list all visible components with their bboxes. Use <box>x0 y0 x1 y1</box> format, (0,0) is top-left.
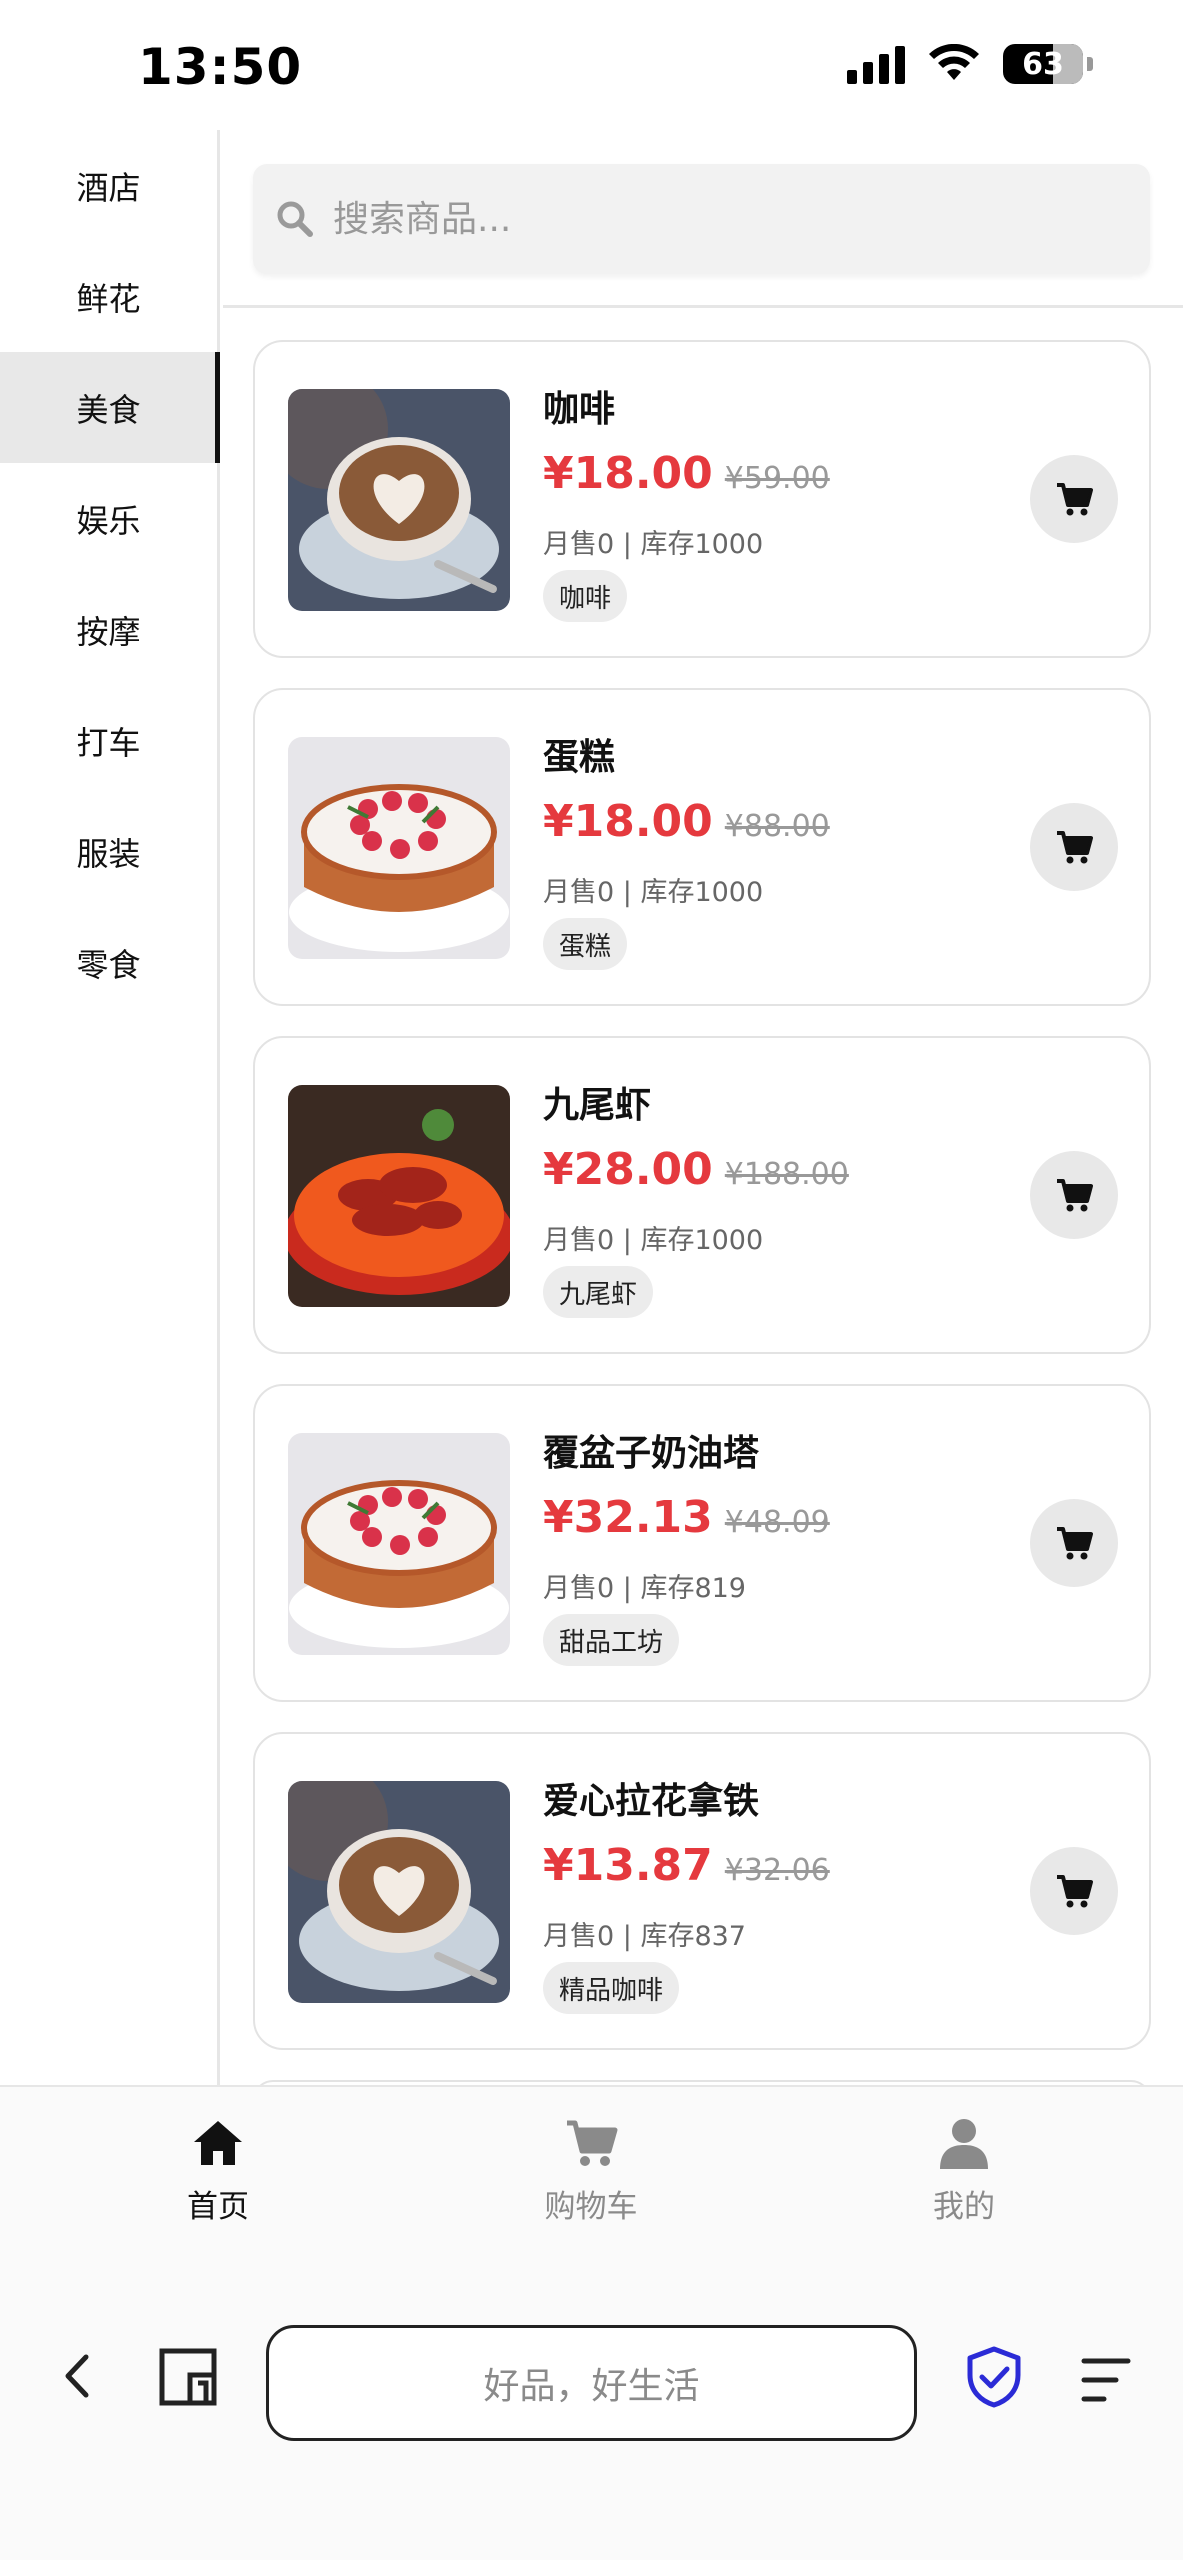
cart-icon <box>1057 1179 1093 1212</box>
battery-icon: 63 <box>1003 44 1083 84</box>
status-icons: 63 <box>847 44 1093 84</box>
product-price: ¥18.00 <box>543 448 713 499</box>
product-tag: 咖啡 <box>543 570 628 622</box>
tab-cart[interactable]: 购物车 <box>491 2115 691 2226</box>
product-image-cake <box>288 1433 510 1655</box>
product-price: ¥18.00 <box>543 796 713 847</box>
product-original-price: ¥59.00 <box>724 461 830 496</box>
price-row: ¥32.13 ¥48.09 <box>543 1492 830 1543</box>
product-image-coffee <box>288 389 510 611</box>
tab-home[interactable]: 首页 <box>118 2115 318 2226</box>
product-price: ¥28.00 <box>543 1144 713 1195</box>
cart-icon <box>567 2120 618 2166</box>
category-sidebar: 酒店 鲜花 美食 娱乐 按摩 打车 服装 零食 <box>0 130 220 2085</box>
product-stats: 月售0 | 库存819 <box>543 1573 746 1604</box>
menu-icon[interactable] <box>1078 2355 1134 2405</box>
sidebar-item-clothing[interactable]: 服装 <box>0 796 217 907</box>
product-name: 九尾虾 <box>543 1085 652 1126</box>
cart-icon <box>1057 1527 1093 1560</box>
home-icon <box>194 2121 242 2165</box>
product-original-price: ¥32.06 <box>724 1853 830 1888</box>
product-card[interactable]: 蛋糕 ¥18.00 ¥88.00 月售0 | 库存1000 蛋糕 <box>253 688 1151 1006</box>
product-tag: 蛋糕 <box>543 918 628 970</box>
product-name: 覆盆子奶油塔 <box>543 1433 760 1474</box>
tab-cart-label: 购物车 <box>544 2189 638 2225</box>
product-image-coffee <box>288 1781 510 2003</box>
product-original-price: ¥188.00 <box>724 1157 849 1192</box>
product-stats: 月售0 | 库存1000 <box>543 1225 764 1256</box>
tab-mine-label: 我的 <box>933 2189 995 2225</box>
product-original-price: ¥48.09 <box>724 1505 830 1540</box>
product-tag: 精品咖啡 <box>543 1962 680 2014</box>
sidebar-item-snacks[interactable]: 零食 <box>0 907 217 1018</box>
product-image-cake <box>288 737 510 959</box>
product-stats: 月售0 | 库存837 <box>543 1921 746 1952</box>
battery-percent: 63 <box>1022 46 1064 82</box>
sidebar-item-food[interactable]: 美食 <box>0 352 220 463</box>
search-bar[interactable] <box>253 164 1150 274</box>
price-row: ¥18.00 ¥59.00 <box>543 448 830 499</box>
cart-icon <box>1057 1875 1093 1908</box>
tab-mine[interactable]: 我的 <box>864 2115 1064 2226</box>
product-tag: 甜品工坊 <box>543 1614 680 1666</box>
tabs-icon[interactable] <box>158 2347 218 2407</box>
search-header <box>223 130 1183 308</box>
product-stats: 月售0 | 库存1000 <box>543 877 764 908</box>
product-image-crayfish <box>288 1085 510 1307</box>
sidebar-item-flowers[interactable]: 鲜花 <box>0 241 217 352</box>
product-card[interactable]: 九尾虾 ¥28.00 ¥188.00 月售0 | 库存1000 九尾虾 <box>253 1036 1151 1354</box>
bottom-tab-bar: 首页 购物车 我的 <box>0 2085 1183 2265</box>
back-icon[interactable] <box>58 2351 98 2401</box>
product-name: 咖啡 <box>543 389 616 430</box>
wifi-icon <box>929 44 979 80</box>
status-bar: 13:50 63 <box>0 0 1183 130</box>
product-card[interactable]: 爱心拉花拿铁 ¥13.87 ¥32.06 月售0 | 库存837 精品咖啡 <box>253 1732 1151 2050</box>
product-tag: 九尾虾 <box>543 1266 654 1318</box>
price-row: ¥28.00 ¥188.00 <box>543 1144 849 1195</box>
sidebar-item-entertainment[interactable]: 娱乐 <box>0 463 217 574</box>
add-to-cart-button[interactable] <box>1030 455 1118 543</box>
tab-home-label: 首页 <box>187 2189 249 2225</box>
add-to-cart-button[interactable] <box>1030 1151 1118 1239</box>
sidebar-item-taxi[interactable]: 打车 <box>0 685 217 796</box>
user-icon <box>940 2119 988 2169</box>
address-bar[interactable]: 好品，好生活 <box>266 2325 917 2441</box>
shield-icon[interactable] <box>964 2345 1024 2409</box>
price-row: ¥18.00 ¥88.00 <box>543 796 830 847</box>
search-icon <box>277 201 313 237</box>
product-name: 蛋糕 <box>543 737 616 778</box>
add-to-cart-button[interactable] <box>1030 1847 1118 1935</box>
product-stats: 月售0 | 库存1000 <box>543 529 764 560</box>
product-price: ¥32.13 <box>543 1492 713 1543</box>
product-price: ¥13.87 <box>543 1840 713 1891</box>
search-input[interactable] <box>333 198 1093 240</box>
cart-icon <box>1057 483 1093 516</box>
signal-icon <box>847 44 905 84</box>
sidebar-item-massage[interactable]: 按摩 <box>0 574 217 685</box>
product-card[interactable]: 覆盆子奶油塔 ¥32.13 ¥48.09 月售0 | 库存819 甜品工坊 <box>253 1384 1151 1702</box>
product-original-price: ¥88.00 <box>724 809 830 844</box>
browser-toolbar: 好品，好生活 <box>0 2265 1183 2560</box>
product-list: 咖啡 ¥18.00 ¥59.00 月售0 | 库存1000 咖啡 蛋糕 ¥18.… <box>253 340 1151 2085</box>
status-time: 13:50 <box>138 38 303 96</box>
cart-icon <box>1057 831 1093 864</box>
product-name: 爱心拉花拿铁 <box>543 1781 760 1822</box>
sidebar-item-hotel[interactable]: 酒店 <box>0 130 217 241</box>
add-to-cart-button[interactable] <box>1030 1499 1118 1587</box>
price-row: ¥13.87 ¥32.06 <box>543 1840 830 1891</box>
product-card[interactable]: 咖啡 ¥18.00 ¥59.00 月售0 | 库存1000 咖啡 <box>253 340 1151 658</box>
add-to-cart-button[interactable] <box>1030 803 1118 891</box>
